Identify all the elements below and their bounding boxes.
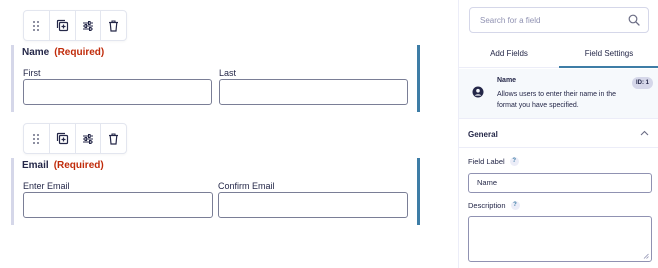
chevron-up-icon[interactable] (640, 130, 649, 136)
enter-email-input[interactable] (23, 192, 213, 218)
search-placeholder: Search for a field (480, 16, 541, 25)
tab-add-fields[interactable]: Add Fields (459, 40, 559, 68)
drag-handle-icon (33, 133, 40, 144)
help-icon[interactable]: ? (509, 157, 519, 166)
field-label-setting-title: Field Label ? (468, 157, 519, 166)
field-label: Name (Required) (22, 47, 104, 58)
field-label-text: Email (22, 160, 49, 171)
drag-handle-icon (33, 20, 40, 31)
field-label-input[interactable]: Name (468, 173, 652, 193)
description-setting-text: Description (468, 201, 506, 210)
field-search-input[interactable]: Search for a field (469, 7, 649, 33)
drag-handle-button[interactable] (24, 124, 50, 153)
help-icon[interactable]: ? (510, 201, 520, 210)
required-indicator: (Required) (54, 47, 105, 58)
search-icon[interactable] (628, 14, 640, 26)
first-name-sublabel: First (23, 68, 41, 78)
last-name-sublabel: Last (219, 68, 237, 78)
general-section-title: General (468, 130, 498, 139)
selected-field-accent (417, 45, 420, 112)
form-editor-canvas: Name (Required) First Last Email (Requir… (0, 0, 458, 268)
description-textarea[interactable] (468, 216, 652, 262)
selected-field-info: Name Allows users to enter their name in… (459, 69, 658, 119)
field-settings-button[interactable] (76, 124, 102, 153)
name-field[interactable]: Name (Required) First Last (11, 45, 420, 112)
duplicate-button[interactable] (50, 11, 76, 40)
settings-sliders-icon (82, 133, 93, 144)
field-id-badge: ID: 1 (631, 77, 653, 89)
required-indicator: (Required) (53, 160, 104, 171)
delete-button[interactable] (101, 11, 126, 40)
confirm-email-sublabel: Confirm Email (218, 181, 275, 191)
confirm-email-input[interactable] (218, 192, 408, 218)
settings-sliders-icon (82, 20, 93, 31)
first-name-input[interactable] (23, 79, 212, 105)
resize-grip-icon[interactable] (643, 253, 649, 259)
field-settings-button[interactable] (76, 11, 102, 40)
field-label: Email (Required) (22, 160, 104, 171)
field-label-text: Name (22, 47, 50, 58)
tab-field-settings[interactable]: Field Settings (559, 40, 658, 68)
last-name-input[interactable] (219, 79, 408, 105)
field-toolbar (23, 123, 127, 154)
field-type-name: Name (497, 77, 517, 84)
user-icon (472, 86, 484, 98)
enter-email-sublabel: Enter Email (23, 181, 70, 191)
trash-icon (109, 19, 119, 32)
description-setting-title: Description ? (468, 201, 520, 210)
email-field[interactable]: Email (Required) Enter Email Confirm Emai… (11, 158, 420, 225)
delete-button[interactable] (101, 124, 126, 153)
duplicate-button[interactable] (50, 124, 76, 153)
field-toolbar (23, 10, 127, 41)
field-label-setting-text: Field Label (468, 157, 505, 166)
trash-icon (109, 132, 119, 145)
drag-handle-button[interactable] (24, 11, 50, 40)
field-type-description: Allows users to enter their name in the … (497, 91, 617, 109)
duplicate-icon (56, 19, 68, 32)
duplicate-icon (56, 132, 68, 145)
editor-sidebar: Search for a field Add Fields Field Sett… (458, 0, 658, 268)
sidebar-tabs: Add Fields Field Settings (459, 40, 658, 68)
selected-field-accent (417, 158, 420, 225)
general-section-header[interactable]: General (459, 120, 658, 148)
